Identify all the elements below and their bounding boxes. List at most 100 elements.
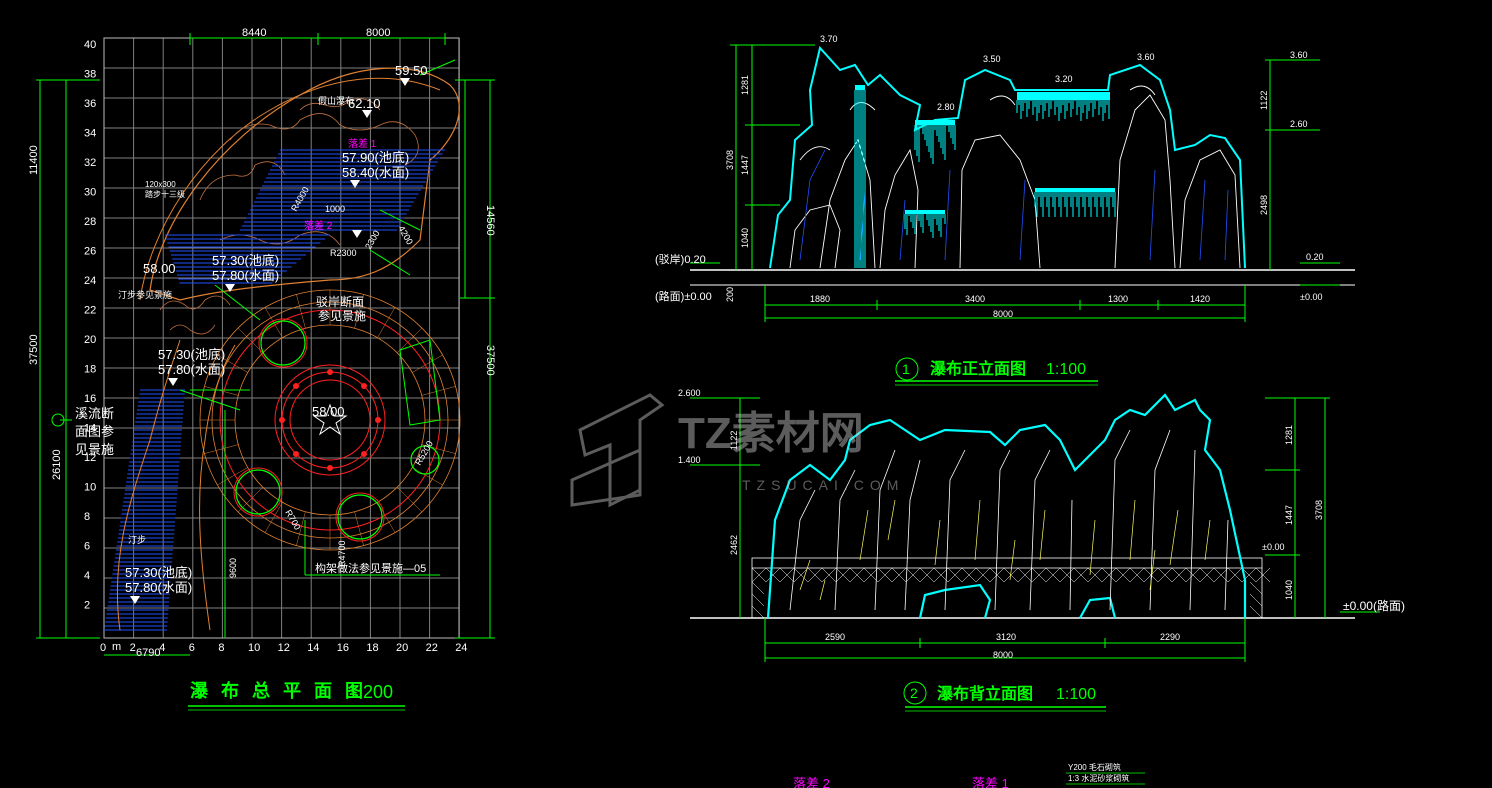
plan-dim-right-1: 14560	[484, 205, 496, 236]
front-bdim-3: 1300	[1108, 294, 1128, 304]
note-stream-1: 溪流断	[75, 406, 114, 421]
note-shore: 汀步参见景施	[118, 289, 172, 300]
grid-y-label: 30	[84, 187, 96, 199]
grid-y-label: 8	[84, 511, 90, 523]
note-stream-3: 见景施	[75, 442, 114, 457]
back-dim-r3: 1447	[1284, 505, 1294, 525]
front-elev-3: 3.20	[1055, 74, 1073, 84]
grid-y-label: 4	[84, 570, 90, 582]
front-dim-r1: 1122	[1259, 91, 1269, 110]
dim-4200: 4200	[396, 224, 415, 246]
front-dim-l1: 1281	[740, 75, 750, 95]
grid-y-label: 38	[84, 69, 96, 81]
plan-origin-unit: m	[112, 641, 121, 653]
dim-r4000: R4000	[289, 185, 311, 213]
grid-y-label: 2	[84, 600, 90, 612]
plan-scale: 1:200	[348, 682, 393, 702]
front-elev-4: 3.60	[1137, 52, 1155, 62]
elev-label-1: 59.50	[395, 63, 428, 78]
back-scale: 1:100	[1056, 686, 1096, 703]
plan-dim-left-3: 26100	[51, 449, 63, 480]
grid-x-label: 6	[189, 642, 195, 654]
note-step-size: 120x300	[145, 180, 176, 189]
plan-dim-left-2: 37500	[28, 334, 40, 365]
grid-x-label: 8	[218, 642, 224, 654]
front-bdim-4: 1420	[1190, 294, 1210, 304]
back-title-num: 2	[910, 685, 918, 701]
front-elev-5: 2.80	[937, 102, 955, 112]
front-elevation: 3.70 3.50 3.20 3.60 2.80 3.60 2.60 1281 …	[655, 34, 1355, 386]
back-dim-l2: 2462	[729, 535, 739, 555]
back-dim-r2: 3708	[1314, 500, 1324, 520]
grid-y-label: 10	[84, 482, 96, 494]
back-bdim-3: 2290	[1160, 632, 1180, 642]
elev-label-11: 57.30(池底)	[125, 565, 192, 580]
front-elev-2: 3.50	[983, 54, 1001, 64]
front-bdim-1: 1880	[810, 294, 830, 304]
back-total: 8000	[993, 650, 1013, 660]
grid-y-label: 18	[84, 364, 96, 376]
front-dim-l4: 1040	[740, 228, 750, 248]
elev-label-4: 58.40(水面)	[342, 165, 409, 180]
grid-y-label: 40	[84, 39, 96, 51]
grid-x-label: 2	[130, 642, 136, 654]
plan-dim-bottom: 6790	[136, 647, 160, 659]
back-bdim-2: 3120	[996, 632, 1016, 642]
bottom-fall-2: 落差 2	[793, 776, 830, 788]
elev-label-5: 58.00	[143, 261, 176, 276]
grid-y-label: 26	[84, 246, 96, 258]
watermark-brand: TZ素材网	[678, 409, 864, 458]
grid-y-label: 22	[84, 305, 96, 317]
front-dim-r2: 2498	[1259, 195, 1269, 215]
front-elev-7: 2.60	[1290, 119, 1308, 129]
grid-y-label: 34	[84, 128, 96, 140]
elev-label-3: 57.90(池底)	[342, 150, 409, 165]
grid-y-label: 28	[84, 216, 96, 228]
bottom-spec-1: Y200 毛石砌筑	[1068, 762, 1121, 772]
note-ting: 汀步	[128, 535, 146, 545]
front-scale: 1:100	[1046, 361, 1086, 378]
elev-label-10: 58.00	[312, 404, 345, 419]
watermark-url: TZSUCAI.COM	[742, 477, 904, 493]
front-bank: (驳岸)0.20	[655, 253, 706, 266]
grid-y-label: 6	[84, 541, 90, 553]
back-bdim-1: 2590	[825, 632, 845, 642]
grid-x-label: 24	[455, 642, 467, 654]
plan-dim-top-1: 8440	[242, 27, 266, 39]
plan-title: 瀑 布 总 平 面 图	[190, 680, 367, 701]
elev-label-12: 57.80(水面)	[125, 580, 192, 595]
back-title: 瀑布背立面图	[937, 684, 1033, 703]
elev-label-7: 57.80(水面)	[212, 268, 279, 283]
front-dim-l3: 1447	[740, 155, 750, 175]
back-road: ±0.00(路面)	[1343, 598, 1405, 613]
grid-y-label: 16	[84, 393, 96, 405]
bottom-fall-1: 落差 1	[972, 776, 1009, 788]
grid-x-label: 12	[278, 642, 290, 654]
front-dim-base: 200	[725, 287, 735, 302]
front-bdim-2: 3400	[965, 294, 985, 304]
elev-label-9: 57.80(水面)	[158, 362, 225, 377]
dim-1000: 1000	[325, 204, 345, 214]
grid-x-label: 0	[100, 642, 106, 654]
front-elev-1: 3.70	[820, 34, 838, 44]
grid-x-label: 22	[426, 642, 438, 654]
grid-y-label: 36	[84, 98, 96, 110]
note-fall-1: 落差 1	[348, 137, 377, 150]
dim-r4700: R4700	[337, 540, 347, 567]
front-road: (路面)±0.00	[655, 290, 712, 303]
note-bank-1: 驳岸断面	[316, 294, 364, 309]
back-dim-r4: 1040	[1284, 580, 1294, 600]
dim-r2300: R2300	[330, 248, 357, 258]
bottom-spec-2: 1:3 水泥砂浆砌筑	[1068, 773, 1129, 783]
note-fall-2: 落差 2	[304, 219, 333, 232]
plan-dim-left-1: 11400	[28, 145, 40, 175]
elev-label-6: 57.30(池底)	[212, 253, 279, 268]
dim-9600: 9600	[228, 558, 238, 578]
grid-y-label: 32	[84, 157, 96, 169]
grid-x-label: 10	[248, 642, 260, 654]
front-title-num: 1	[902, 361, 910, 377]
plan-dim-right-2: 37500	[484, 345, 496, 376]
back-elev-1: 2.600	[678, 388, 701, 398]
front-title: 瀑布正立面图	[930, 359, 1026, 378]
front-elev-6: 3.60	[1290, 50, 1308, 60]
